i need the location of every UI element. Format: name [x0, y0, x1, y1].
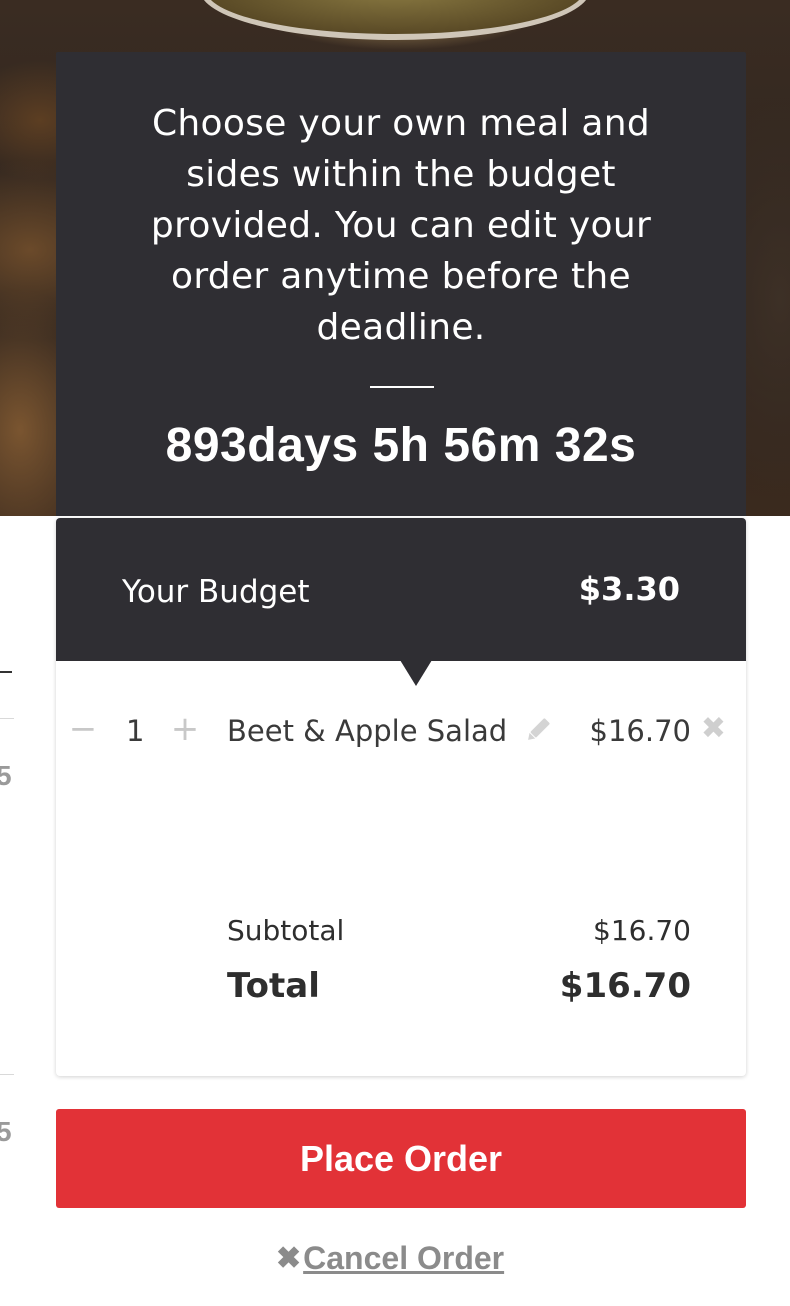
order-summary-card: Your Budget $3.30 − 1 + Beet & Apple Sal…	[56, 518, 746, 1076]
order-line-item: − 1 + Beet & Apple Salad $16.70 ✖	[56, 712, 746, 754]
budget-label: Your Budget	[122, 574, 310, 610]
order-instructions: Choose your own meal and sides within th…	[150, 103, 652, 348]
cancel-order-link[interactable]: ✖ Cancel Order	[276, 1236, 504, 1280]
budget-amount: $3.30	[578, 570, 680, 608]
peek-divider	[0, 671, 12, 673]
item-name: Beet & Apple Salad	[227, 714, 508, 748]
increase-quantity-button[interactable]: +	[170, 712, 200, 746]
divider	[370, 386, 434, 388]
close-icon[interactable]: ✖	[701, 712, 726, 746]
budget-header: Your Budget $3.30	[56, 518, 746, 661]
cancel-order-label: Cancel Order	[303, 1239, 505, 1276]
bowl-image	[200, 0, 590, 40]
item-price: $16.70	[589, 714, 691, 748]
background-menu-peek: 5 5	[0, 516, 56, 1306]
total-value: $16.70	[559, 966, 691, 1006]
close-icon: ✖	[276, 1241, 302, 1275]
peek-glyph: 5	[0, 1116, 12, 1147]
peek-rule	[0, 1074, 14, 1075]
peek-rule	[0, 718, 14, 719]
pencil-icon[interactable]	[522, 714, 554, 746]
decrease-quantity-button[interactable]: −	[68, 712, 98, 746]
total-label: Total	[227, 966, 320, 1006]
item-quantity: 1	[126, 714, 145, 748]
subtotal-value: $16.70	[593, 914, 691, 947]
place-order-button[interactable]: Place Order	[56, 1109, 746, 1208]
peek-glyph: 5	[0, 760, 12, 791]
order-info-panel: Choose your own meal and sides within th…	[56, 52, 746, 516]
deadline-countdown: 893days 5h 56m 32s	[165, 419, 637, 472]
subtotal-label: Subtotal	[227, 914, 345, 947]
budget-pointer-arrow	[400, 660, 432, 686]
